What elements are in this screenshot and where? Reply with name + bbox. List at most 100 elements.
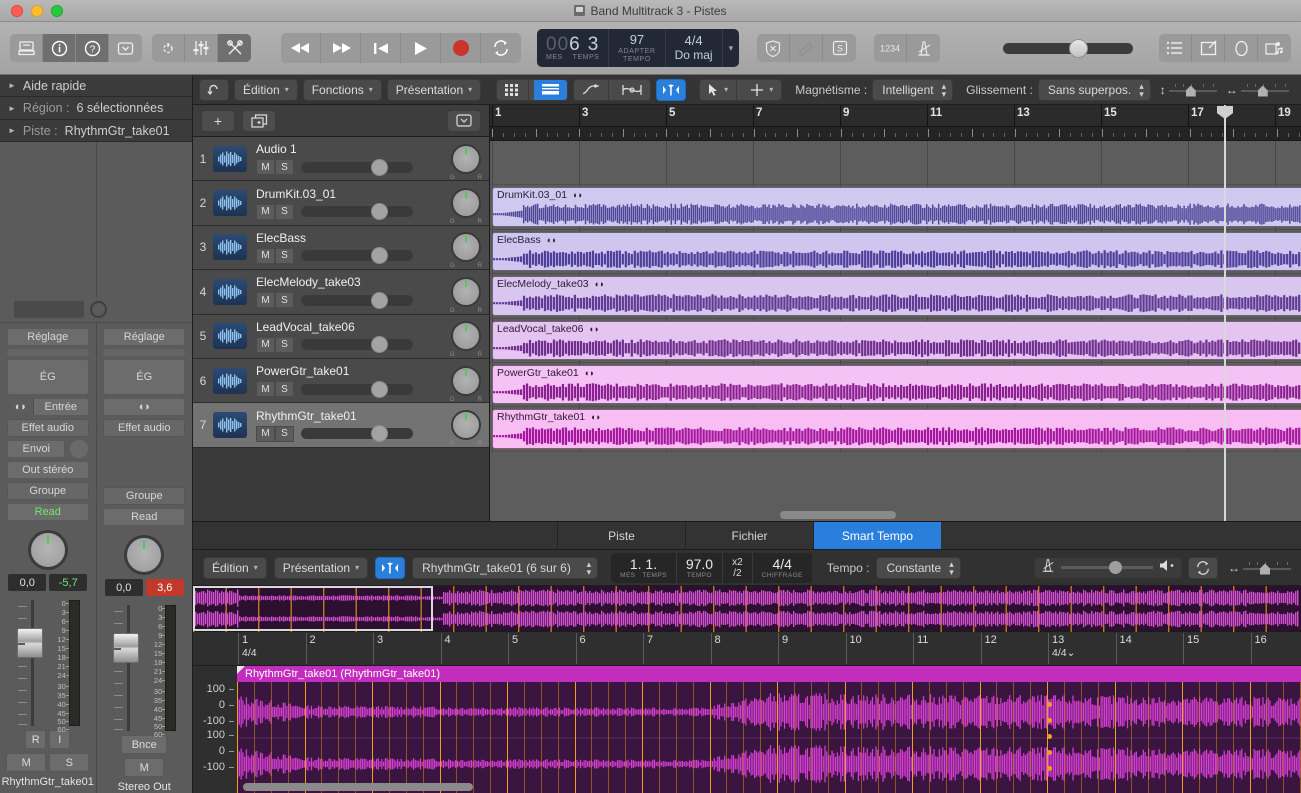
zoom-horizontal-control[interactable]: ↔ xyxy=(1226,83,1289,97)
maximize-button[interactable] xyxy=(51,5,63,17)
mute-button[interactable]: M xyxy=(6,753,46,772)
region-RhythmGtr_take01[interactable]: RhythmGtr_take01◖◗ xyxy=(492,409,1301,448)
volume-value[interactable]: -5,7 xyxy=(49,574,87,591)
track-solo-button[interactable]: S xyxy=(275,248,294,264)
track-volume-slider[interactable] xyxy=(301,295,413,306)
flex-marker-dot[interactable] xyxy=(1047,734,1052,739)
track-pan-knob[interactable]: GR xyxy=(451,366,481,396)
metronome-volume-slider[interactable] xyxy=(1061,566,1153,569)
horizontal-scrollbar[interactable] xyxy=(780,511,896,519)
editor-ruler[interactable]: 123456789101112131415164/44/4⌄ xyxy=(193,632,1301,666)
pan-knob[interactable] xyxy=(28,530,68,570)
speaker-icon[interactable] xyxy=(1159,559,1176,577)
region-overview[interactable] xyxy=(193,586,1301,632)
arrange-lane-5[interactable]: LeadVocal_take06◖◗ xyxy=(490,319,1301,363)
track-mute-button[interactable]: M xyxy=(256,292,275,308)
count-in-icon[interactable]: 1234 xyxy=(874,34,907,62)
disclosure-triangle-icon[interactable]: ► xyxy=(8,104,16,113)
rewind-icon[interactable] xyxy=(281,33,321,63)
setting-button[interactable]: Réglage xyxy=(103,328,185,346)
eq-button[interactable]: ÉG xyxy=(103,359,185,395)
track-volume-slider[interactable] xyxy=(301,384,413,395)
flex-pitch-icon[interactable] xyxy=(656,79,686,101)
output-format-button[interactable]: ◖◗ xyxy=(103,398,185,416)
channel-knob[interactable] xyxy=(90,301,107,318)
record-icon[interactable] xyxy=(441,33,481,63)
track-solo-button[interactable]: S xyxy=(275,426,294,442)
track-pan-knob[interactable]: GR xyxy=(451,188,481,218)
volume-fader[interactable] xyxy=(16,600,44,726)
forward-icon[interactable] xyxy=(321,33,361,63)
zoom-vertical-control[interactable]: ↕ xyxy=(1160,83,1217,97)
automation-mode-button[interactable]: Read xyxy=(7,503,89,521)
info-icon[interactable] xyxy=(43,34,76,62)
tab-fichier[interactable]: Fichier xyxy=(685,522,813,549)
region-ElecMelody_take03[interactable]: ElecMelody_take03◖◗ xyxy=(492,276,1301,315)
region-selector[interactable]: RhythmGtr_take01 (6 sur 6) ▴▾ xyxy=(412,557,598,579)
track-name[interactable]: LeadVocal_take06 xyxy=(256,320,449,334)
signature-marker[interactable]: 4/4 xyxy=(238,647,257,659)
editor-lcd-signature[interactable]: 4/4 CHIFFRAGE xyxy=(753,553,812,583)
inspector-quick-help[interactable]: ► Aide rapide xyxy=(0,75,192,97)
mute-button[interactable]: M xyxy=(124,758,164,777)
waveform-view-icon[interactable] xyxy=(534,80,567,100)
track-name[interactable]: ElecBass xyxy=(256,231,449,245)
pan-knob[interactable] xyxy=(124,535,164,575)
editors-icon[interactable] xyxy=(218,34,251,62)
flex-marker-dot[interactable] xyxy=(1047,766,1052,771)
track-name[interactable]: ElecMelody_take03 xyxy=(256,275,449,289)
track-name[interactable]: Audio 1 xyxy=(256,142,449,156)
track-header-5[interactable]: 5LeadVocal_take06MSGR xyxy=(193,315,489,359)
setting-button[interactable]: Réglage xyxy=(7,328,89,346)
metronome-icon[interactable] xyxy=(907,34,940,62)
automation-icon[interactable] xyxy=(574,80,609,100)
tempo-mode-popup[interactable]: Constante ▴▾ xyxy=(876,557,960,579)
overview-selection[interactable] xyxy=(193,586,433,631)
track-solo-button[interactable]: S xyxy=(275,337,294,353)
eq-button[interactable]: ÉG xyxy=(7,359,89,395)
add-track-button[interactable]: + xyxy=(201,110,235,132)
channel-name[interactable]: RhythmGtr_take01 xyxy=(2,776,94,788)
track-volume-slider[interactable] xyxy=(301,162,413,173)
master-volume-slider[interactable] xyxy=(1003,43,1133,54)
solo-button[interactable]: S xyxy=(49,753,89,772)
track-solo-button[interactable]: S xyxy=(275,159,294,175)
track-mute-button[interactable]: M xyxy=(256,159,275,175)
editor-menu-presentation[interactable]: Présentation ▾ xyxy=(274,557,368,579)
track-mute-button[interactable]: M xyxy=(256,381,275,397)
pan-value[interactable]: 0,0 xyxy=(105,579,143,596)
send-button[interactable]: Envoi xyxy=(7,440,65,458)
audio-track-icon[interactable] xyxy=(213,190,247,216)
automation-mode-button[interactable]: Read xyxy=(103,508,185,526)
arrange-canvas[interactable]: 135791113151719 DrumKit.03_01◖◗ElecBass◖… xyxy=(490,105,1301,521)
record-enable-button[interactable]: R xyxy=(25,730,46,749)
disclosure-triangle-icon[interactable]: ► xyxy=(8,126,16,135)
track-pan-knob[interactable]: GR xyxy=(451,144,481,174)
track-header-1[interactable]: 1Audio 1MSGR xyxy=(193,137,489,181)
region-ElecBass[interactable]: ElecBass◖◗ xyxy=(492,232,1301,271)
window-controls[interactable] xyxy=(0,5,63,17)
minimize-button[interactable] xyxy=(31,5,43,17)
track-pan-knob[interactable]: GR xyxy=(451,321,481,351)
track-name[interactable]: PowerGtr_take01 xyxy=(256,364,449,378)
track-header-7[interactable]: 7RhythmGtr_take01MSGR xyxy=(193,403,489,447)
cycle-icon[interactable] xyxy=(481,33,521,63)
track-header-4[interactable]: 4ElecMelody_take03MSGR xyxy=(193,270,489,314)
solo-icon[interactable]: S xyxy=(823,34,856,62)
disclosure-triangle-icon[interactable]: ► xyxy=(8,81,16,90)
cycle-icon[interactable] xyxy=(1188,557,1218,579)
master-volume-knob[interactable] xyxy=(1069,39,1088,58)
duplicate-track-icon[interactable] xyxy=(242,110,276,132)
track-solo-button[interactable]: S xyxy=(275,204,294,220)
track-header-3[interactable]: 3ElecBassMSGR xyxy=(193,226,489,270)
editor-menu-edition[interactable]: Édition ▾ xyxy=(203,557,267,579)
tab-smart-tempo[interactable]: Smart Tempo xyxy=(813,522,941,549)
go-to-start-icon[interactable] xyxy=(361,33,401,63)
track-mute-button[interactable]: M xyxy=(256,337,275,353)
arrange-lanes[interactable]: DrumKit.03_01◖◗ElecBass◖◗ElecMelody_take… xyxy=(490,141,1301,521)
audio-track-icon[interactable] xyxy=(213,279,247,305)
smart-controls-icon[interactable] xyxy=(152,34,185,62)
fader-handle[interactable] xyxy=(113,633,139,663)
close-button[interactable] xyxy=(11,5,23,17)
group-button[interactable]: Groupe xyxy=(103,487,185,505)
